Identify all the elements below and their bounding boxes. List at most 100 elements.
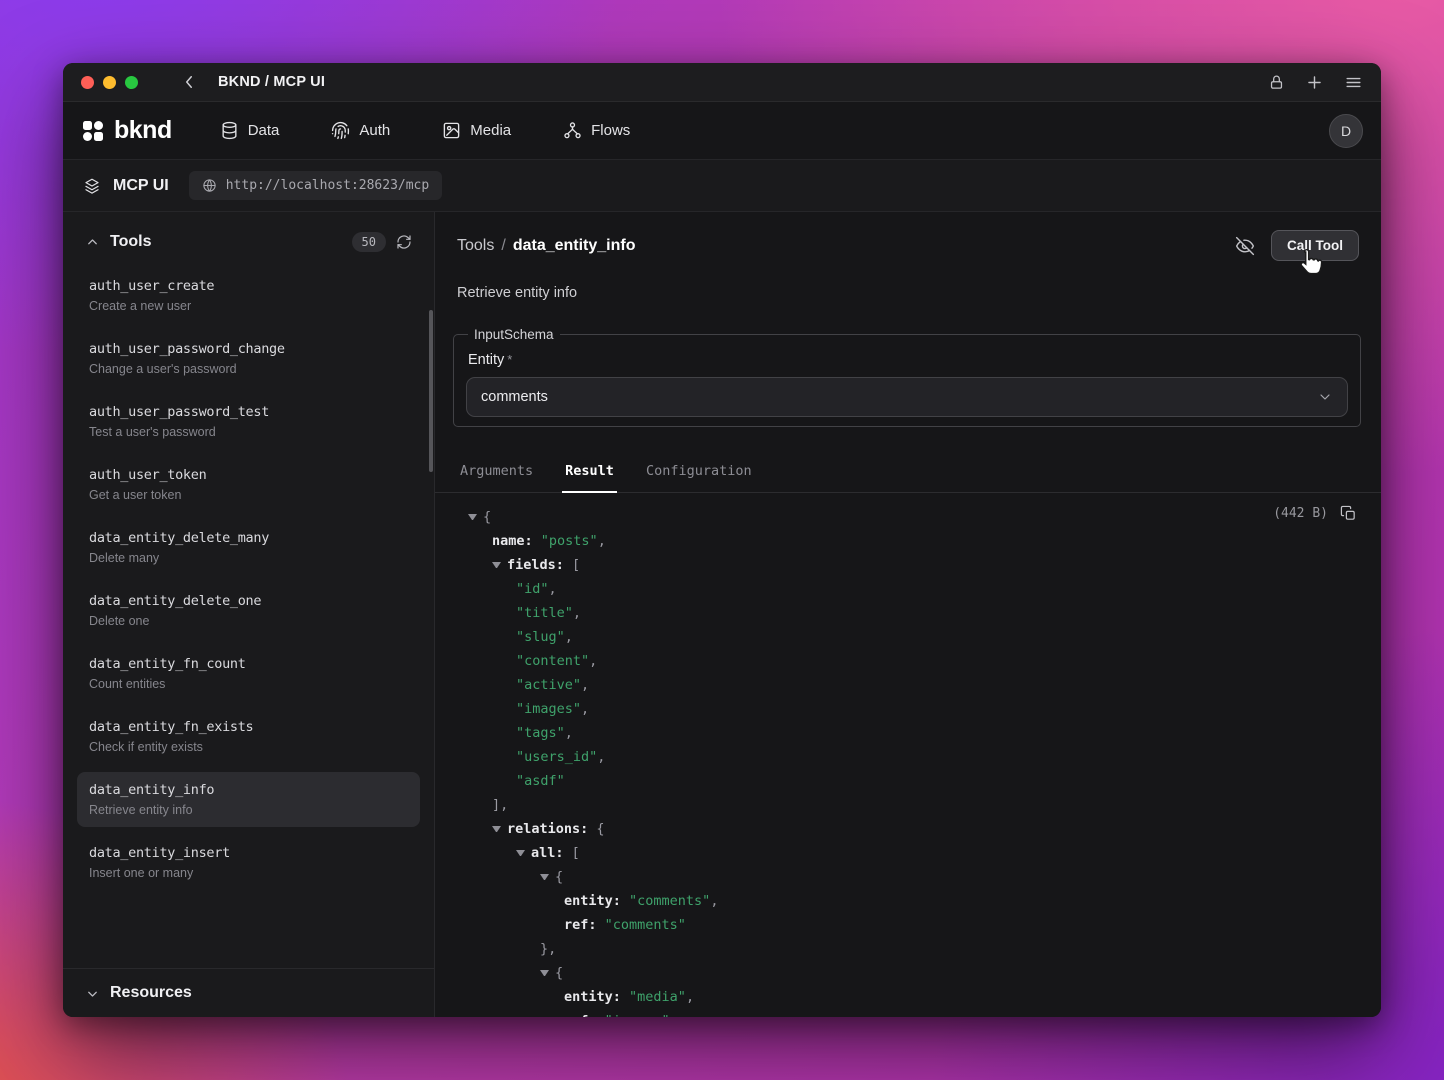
brand-name: bknd bbox=[114, 116, 172, 145]
brand-logo[interactable]: bknd bbox=[81, 116, 172, 145]
collapse-caret-icon[interactable] bbox=[540, 874, 549, 880]
call-tool-button[interactable]: Call Tool bbox=[1271, 230, 1359, 261]
collapse-caret-icon[interactable] bbox=[492, 826, 501, 832]
collapse-caret-icon[interactable] bbox=[468, 514, 477, 520]
json-line: name: "posts", bbox=[468, 529, 1359, 553]
tool-list-item[interactable]: auth_user_password_testTest a user's pas… bbox=[77, 394, 420, 449]
mcp-url-pill[interactable]: http://localhost:28623/mcp bbox=[189, 171, 443, 200]
user-avatar[interactable]: D bbox=[1329, 114, 1363, 148]
chevron-down-icon[interactable] bbox=[85, 986, 100, 1001]
json-line: entity: "comments", bbox=[468, 889, 1359, 913]
json-viewer: {name: "posts",fields: ["id","title","sl… bbox=[468, 505, 1359, 1017]
sub-header: MCP UI http://localhost:28623/mcp bbox=[63, 160, 1381, 212]
minimize-window-button[interactable] bbox=[103, 76, 116, 89]
bknd-logo-icon bbox=[81, 119, 105, 143]
chevron-up-icon[interactable] bbox=[85, 235, 100, 250]
json-string-value: "comments" bbox=[605, 917, 686, 933]
json-string-value: "posts" bbox=[541, 533, 598, 549]
lock-icon[interactable] bbox=[1268, 74, 1285, 91]
json-key: ref: bbox=[564, 1013, 605, 1017]
tool-list-item[interactable]: auth_user_password_changeChange a user's… bbox=[77, 331, 420, 386]
tool-list-item[interactable]: auth_user_token Get a user token bbox=[77, 457, 420, 512]
tool-name: data_entity_delete_one bbox=[89, 593, 408, 609]
nav-item-media[interactable]: Media bbox=[442, 121, 511, 140]
json-punctuation: , bbox=[573, 605, 581, 621]
json-line: { bbox=[468, 865, 1359, 889]
collapse-caret-icon[interactable] bbox=[492, 562, 501, 568]
content: Tools 50 auth_user_createCreate a new us… bbox=[63, 212, 1381, 1017]
avatar-initial: D bbox=[1341, 123, 1351, 139]
json-punctuation: , bbox=[581, 701, 589, 717]
tool-list-item[interactable]: data_entity_fn_existsCheck if entity exi… bbox=[77, 709, 420, 764]
tool-name: auth_user_token bbox=[89, 467, 408, 483]
tool-description: Delete one bbox=[89, 614, 408, 628]
tab-configuration[interactable]: Configuration bbox=[643, 455, 755, 493]
tool-description: Get a user token bbox=[89, 488, 408, 502]
tool-list-item[interactable]: data_entity_infoRetrieve entity info bbox=[77, 772, 420, 827]
sidebar-scrollbar[interactable] bbox=[429, 310, 433, 472]
tool-detail-header: Tools / data_entity_info Call Tool bbox=[435, 212, 1381, 261]
json-line: "tags", bbox=[468, 721, 1359, 745]
result-size-label: (442 B) bbox=[1273, 506, 1328, 521]
json-line: fields: [ bbox=[468, 553, 1359, 577]
tools-header[interactable]: Tools 50 bbox=[63, 212, 434, 266]
fingerprint-icon bbox=[331, 121, 350, 140]
page-title: MCP UI bbox=[113, 177, 169, 195]
breadcrumb-section[interactable]: Tools bbox=[457, 237, 494, 255]
json-punctuation: { bbox=[483, 509, 491, 525]
tool-detail-panel: Tools / data_entity_info Call Tool Retri… bbox=[435, 212, 1381, 1017]
json-line: all: [ bbox=[468, 841, 1359, 865]
tool-list-item[interactable]: data_entity_delete_manyDelete many bbox=[77, 520, 420, 575]
tool-description: Check if entity exists bbox=[89, 740, 408, 754]
nav-item-data[interactable]: Data bbox=[220, 121, 280, 140]
json-punctuation: }, bbox=[540, 941, 556, 957]
json-line: "asdf" bbox=[468, 769, 1359, 793]
tool-list-item[interactable]: data_entity_insertInsert one or many bbox=[77, 835, 420, 890]
collapse-caret-icon[interactable] bbox=[540, 970, 549, 976]
tool-description: Insert one or many bbox=[89, 866, 408, 880]
tool-list-item[interactable]: auth_user_createCreate a new user bbox=[77, 268, 420, 323]
json-punctuation: , bbox=[565, 725, 573, 741]
json-line: ], bbox=[468, 793, 1359, 817]
json-string-value: "tags" bbox=[516, 725, 565, 741]
maximize-window-button[interactable] bbox=[125, 76, 138, 89]
json-punctuation: , bbox=[597, 749, 605, 765]
tools-section-title: Tools bbox=[110, 233, 151, 251]
tool-description: Create a new user bbox=[89, 299, 408, 313]
json-punctuation: , bbox=[589, 653, 597, 669]
menu-icon[interactable] bbox=[1344, 73, 1363, 92]
json-line: "active", bbox=[468, 673, 1359, 697]
entity-field-label: Entity* bbox=[468, 352, 1348, 368]
mcp-layers-icon bbox=[83, 177, 101, 195]
json-line: "content", bbox=[468, 649, 1359, 673]
json-punctuation: , bbox=[710, 893, 718, 909]
json-line: "title", bbox=[468, 601, 1359, 625]
entity-select[interactable]: comments bbox=[466, 377, 1348, 417]
copy-icon[interactable] bbox=[1340, 505, 1357, 522]
json-key: entity: bbox=[564, 893, 629, 909]
required-asterisk: * bbox=[507, 352, 512, 367]
json-string-value: "asdf" bbox=[516, 773, 565, 789]
collapse-caret-icon[interactable] bbox=[516, 850, 525, 856]
new-tab-plus-icon[interactable] bbox=[1305, 73, 1324, 92]
nav-item-label: Auth bbox=[359, 122, 390, 139]
tab-result[interactable]: Result bbox=[562, 455, 617, 493]
tab-arguments[interactable]: Arguments bbox=[457, 455, 536, 493]
nav-item-flows[interactable]: Flows bbox=[563, 121, 630, 140]
refresh-icon[interactable] bbox=[396, 234, 412, 250]
tool-list-item[interactable]: data_entity_delete_one Delete one bbox=[77, 583, 420, 638]
tool-list-item[interactable]: data_entity_fn_countCount entities bbox=[77, 646, 420, 701]
nav-item-label: Flows bbox=[591, 122, 630, 139]
nav-item-auth[interactable]: Auth bbox=[331, 121, 390, 140]
result-tabs: Arguments Result Configuration bbox=[435, 455, 1381, 493]
json-string-value: "slug" bbox=[516, 629, 565, 645]
json-string-value: "images" bbox=[516, 701, 581, 717]
close-window-button[interactable] bbox=[81, 76, 94, 89]
breadcrumb: Tools / data_entity_info bbox=[457, 237, 636, 255]
back-chevron-icon[interactable] bbox=[180, 73, 198, 91]
traffic-lights bbox=[81, 76, 138, 89]
resources-header[interactable]: Resources bbox=[63, 968, 434, 1017]
tool-name: data_entity_delete_many bbox=[89, 530, 408, 546]
window-title: BKND / MCP UI bbox=[218, 74, 325, 90]
eye-off-icon[interactable] bbox=[1235, 236, 1255, 256]
